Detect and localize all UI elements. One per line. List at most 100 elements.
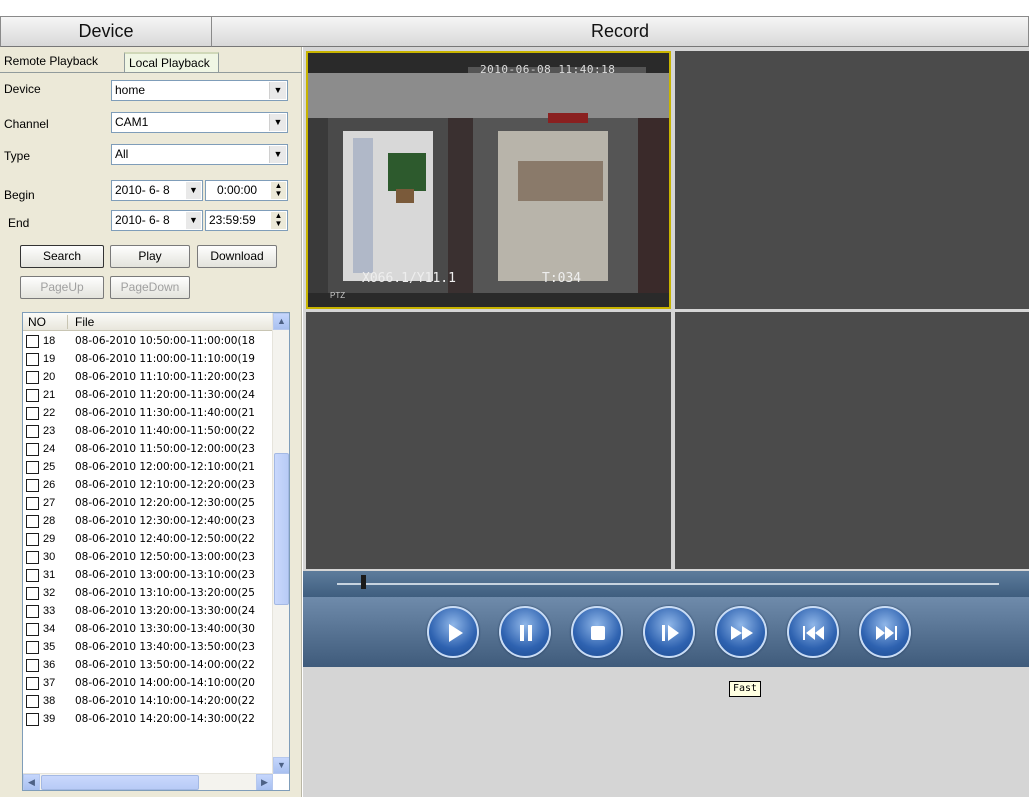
list-item[interactable]: 38 08-06-2010 14:10:00-14:20:00(22	[23, 692, 273, 710]
scroll-down-icon[interactable]: ▼	[273, 757, 289, 774]
row-number: 28	[43, 515, 56, 527]
skip-back-icon[interactable]	[787, 606, 839, 658]
list-item[interactable]: 30 08-06-2010 12:50:00-13:00:00(23	[23, 548, 273, 566]
row-checkbox[interactable]	[26, 659, 39, 672]
row-checkbox[interactable]	[26, 695, 39, 708]
list-item[interactable]: 18 08-06-2010 10:50:00-11:00:00(18	[23, 332, 273, 350]
scroll-thumb[interactable]	[274, 453, 289, 605]
row-checkbox[interactable]	[26, 713, 39, 726]
scroll-thumb[interactable]	[41, 775, 199, 790]
row-number: 39	[43, 713, 56, 725]
chevron-down-icon[interactable]: ▼	[186, 182, 201, 199]
chevron-down-icon[interactable]: ▼	[269, 146, 286, 163]
type-select[interactable]: All ▼	[111, 144, 288, 165]
pageup-button[interactable]: PageUp	[20, 276, 104, 299]
device-select[interactable]: home ▼	[111, 80, 288, 101]
video-cell-3[interactable]	[306, 312, 671, 569]
end-time-spinner[interactable]: 23:59:59 ▲ ▼	[205, 210, 288, 231]
row-checkbox[interactable]	[26, 641, 39, 654]
camera-t-overlay: T:034	[542, 271, 582, 286]
list-item[interactable]: 25 08-06-2010 12:00:00-12:10:00(21	[23, 458, 273, 476]
camera-xy-overlay: X066.1/Y11.1	[362, 271, 456, 286]
row-checkbox[interactable]	[26, 479, 39, 492]
list-item[interactable]: 36 08-06-2010 13:50:00-14:00:00(22	[23, 656, 273, 674]
row-checkbox[interactable]	[26, 533, 39, 546]
list-item[interactable]: 32 08-06-2010 13:10:00-13:20:00(25	[23, 584, 273, 602]
row-checkbox[interactable]	[26, 497, 39, 510]
list-item[interactable]: 34 08-06-2010 13:30:00-13:40:00(30	[23, 620, 273, 638]
chevron-down-icon[interactable]: ▼	[186, 212, 201, 229]
end-date-picker[interactable]: 2010- 6- 8 ▼	[111, 210, 203, 231]
spinner-arrows-icon[interactable]: ▲ ▼	[271, 212, 286, 229]
seek-thumb[interactable]	[361, 575, 366, 589]
vertical-scrollbar[interactable]: ▲ ▼	[272, 313, 289, 774]
stop-icon[interactable]	[571, 606, 623, 658]
fast-forward-icon[interactable]	[715, 606, 767, 658]
list-item[interactable]: 19 08-06-2010 11:00:00-11:10:00(19	[23, 350, 273, 368]
row-checkbox[interactable]	[26, 515, 39, 528]
begin-time-spinner[interactable]: 0:00:00 ▲ ▼	[205, 180, 288, 201]
play-button[interactable]: Play	[110, 245, 190, 268]
video-cell-1[interactable]: 2010-06-08 11:40:18 X066.1/Y11.1 T:034 P…	[306, 51, 671, 309]
channel-select[interactable]: CAM1 ▼	[111, 112, 288, 133]
scroll-up-icon[interactable]: ▲	[273, 313, 289, 330]
row-checkbox[interactable]	[26, 425, 39, 438]
list-item[interactable]: 23 08-06-2010 11:40:00-11:50:00(22	[23, 422, 273, 440]
seek-track[interactable]	[337, 583, 999, 585]
video-cell-4[interactable]	[675, 312, 1029, 569]
row-checkbox[interactable]	[26, 587, 39, 600]
pagedown-button[interactable]: PageDown	[110, 276, 190, 299]
list-item[interactable]: 24 08-06-2010 11:50:00-12:00:00(23	[23, 440, 273, 458]
horizontal-scrollbar[interactable]: ◀ ▶	[23, 773, 273, 790]
spinner-arrows-icon[interactable]: ▲ ▼	[271, 182, 286, 199]
list-item[interactable]: 28 08-06-2010 12:30:00-12:40:00(23	[23, 512, 273, 530]
list-item[interactable]: 33 08-06-2010 13:20:00-13:30:00(24	[23, 602, 273, 620]
row-number: 32	[43, 587, 56, 599]
row-checkbox[interactable]	[26, 569, 39, 582]
row-checkbox[interactable]	[26, 389, 39, 402]
search-button[interactable]: Search	[20, 245, 104, 268]
begin-date-picker[interactable]: 2010- 6- 8 ▼	[111, 180, 203, 201]
type-select-value: All	[115, 147, 129, 161]
column-separator[interactable]	[67, 315, 68, 329]
device-label: Device	[4, 82, 41, 96]
tab-remote-playback[interactable]: Remote Playback	[0, 52, 122, 72]
pause-icon[interactable]	[499, 606, 551, 658]
download-button[interactable]: Download	[197, 245, 277, 268]
tab-local-playback[interactable]: Local Playback	[124, 52, 219, 72]
step-forward-icon[interactable]	[643, 606, 695, 658]
row-file-name: 08-06-2010 13:00:00-13:10:00(23	[75, 569, 255, 581]
list-item[interactable]: 21 08-06-2010 11:20:00-11:30:00(24	[23, 386, 273, 404]
row-checkbox[interactable]	[26, 407, 39, 420]
row-checkbox[interactable]	[26, 335, 39, 348]
list-item[interactable]: 35 08-06-2010 13:40:00-13:50:00(23	[23, 638, 273, 656]
list-item[interactable]: 20 08-06-2010 11:10:00-11:20:00(23	[23, 368, 273, 386]
column-no[interactable]: NO	[28, 313, 46, 331]
row-checkbox[interactable]	[26, 605, 39, 618]
list-item[interactable]: 22 08-06-2010 11:30:00-11:40:00(21	[23, 404, 273, 422]
row-checkbox[interactable]	[26, 353, 39, 366]
play-icon[interactable]	[427, 606, 479, 658]
list-item[interactable]: 26 08-06-2010 12:10:00-12:20:00(23	[23, 476, 273, 494]
list-item[interactable]: 27 08-06-2010 12:20:00-12:30:00(25	[23, 494, 273, 512]
chevron-down-icon[interactable]: ▼	[269, 114, 286, 131]
begin-label: Begin	[4, 188, 35, 202]
list-item[interactable]: 29 08-06-2010 12:40:00-12:50:00(22	[23, 530, 273, 548]
list-item[interactable]: 37 08-06-2010 14:00:00-14:10:00(20	[23, 674, 273, 692]
row-checkbox[interactable]	[26, 461, 39, 474]
row-checkbox[interactable]	[26, 443, 39, 456]
skip-forward-icon[interactable]	[859, 606, 911, 658]
list-item[interactable]: 39 08-06-2010 14:20:00-14:30:00(22	[23, 710, 273, 728]
scroll-right-icon[interactable]: ▶	[256, 774, 273, 790]
seek-bar[interactable]	[303, 571, 1029, 597]
row-checkbox[interactable]	[26, 371, 39, 384]
chevron-down-icon[interactable]: ▼	[269, 82, 286, 99]
row-checkbox[interactable]	[26, 677, 39, 690]
row-file-name: 08-06-2010 12:40:00-12:50:00(22	[75, 533, 255, 545]
scroll-left-icon[interactable]: ◀	[23, 774, 40, 790]
column-file[interactable]: File	[75, 313, 94, 331]
video-cell-2[interactable]	[675, 51, 1029, 309]
row-checkbox[interactable]	[26, 623, 39, 636]
row-checkbox[interactable]	[26, 551, 39, 564]
list-item[interactable]: 31 08-06-2010 13:00:00-13:10:00(23	[23, 566, 273, 584]
